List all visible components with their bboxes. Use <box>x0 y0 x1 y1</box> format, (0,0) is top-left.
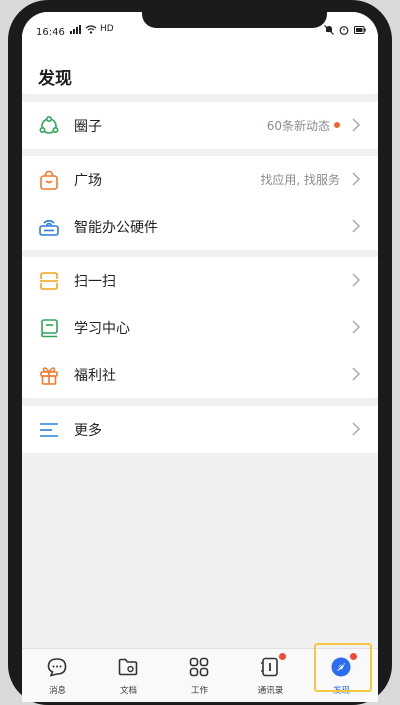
network-label: HD <box>100 24 114 34</box>
tab-messages[interactable]: 消息 <box>22 649 93 702</box>
list-item-label: 广场 <box>74 173 102 189</box>
tab-label: 工作 <box>190 686 208 696</box>
new-activity-dot <box>334 122 340 128</box>
list-item-label: 更多 <box>74 423 102 439</box>
hardware-icon <box>39 219 59 236</box>
group-apps: 广场 找应用, 找服务 智能办公硬件 <box>22 156 378 250</box>
group-tools: 扫一扫 学习中心 福利社 <box>22 257 378 398</box>
screen: 16:46 HD 发现 圈子 60条新动态 广场 找应用, 找服务 智能办公硬件… <box>22 12 378 702</box>
signal-icon <box>70 24 81 34</box>
chevron-right-icon <box>352 320 361 334</box>
battery-icon <box>354 26 366 34</box>
mute-icon <box>324 25 334 35</box>
book-icon <box>41 319 58 338</box>
header: 发现 <box>22 46 378 94</box>
group-moments: 圈子 60条新动态 <box>22 102 378 149</box>
chevron-right-icon <box>352 273 361 287</box>
chevron-right-icon <box>352 422 361 436</box>
list-item-label: 学习中心 <box>74 321 130 337</box>
scan-icon <box>40 272 58 290</box>
chevron-right-icon <box>352 219 361 233</box>
list-item-plaza[interactable]: 广场 找应用, 找服务 <box>22 156 378 203</box>
active-tab-highlight <box>314 643 372 692</box>
chevron-right-icon <box>352 172 361 186</box>
alarm-icon <box>339 26 349 35</box>
page-title: 发现 <box>38 69 72 89</box>
notification-badge <box>279 653 286 660</box>
list-item-smart-hardware[interactable]: 智能办公硬件 <box>22 203 378 250</box>
status-time: 16:46 <box>36 27 65 38</box>
wifi-icon <box>85 24 97 34</box>
camera-notch <box>142 12 327 28</box>
grid-icon <box>189 657 209 677</box>
list-item-label: 扫一扫 <box>74 274 116 290</box>
list-item-welfare[interactable]: 福利社 <box>22 351 378 398</box>
list-item-scan[interactable]: 扫一扫 <box>22 257 378 304</box>
contacts-icon <box>261 657 278 677</box>
tab-label: 文档 <box>119 686 137 696</box>
list-item-learning-center[interactable]: 学习中心 <box>22 304 378 351</box>
list-item-more[interactable]: 更多 <box>22 406 378 453</box>
group-more: 更多 <box>22 406 378 453</box>
folder-icon <box>118 658 138 676</box>
chevron-right-icon <box>352 118 361 132</box>
tab-work[interactable]: 工作 <box>164 649 235 702</box>
list-item-trailing: 60条新动态 <box>266 119 330 133</box>
list-item-trailing: 找应用, 找服务 <box>260 173 340 187</box>
moments-icon <box>39 115 59 134</box>
status-left-icons: HD <box>70 24 114 34</box>
tab-documents[interactable]: 文档 <box>93 649 164 702</box>
status-right-icons <box>324 25 366 35</box>
list-item-label: 智能办公硬件 <box>74 220 158 236</box>
chevron-right-icon <box>352 367 361 381</box>
menu-icon <box>40 423 58 437</box>
list-item-label: 福利社 <box>74 368 116 384</box>
shopping-bag-icon <box>40 170 58 190</box>
list-item-label: 圈子 <box>74 119 102 135</box>
chat-bubble-icon <box>47 658 67 677</box>
gift-icon <box>40 367 58 385</box>
tab-label: 通讯录 <box>257 686 284 696</box>
tab-label: 消息 <box>48 686 66 696</box>
list-item-moments[interactable]: 圈子 60条新动态 <box>22 102 378 149</box>
tab-contacts[interactable]: 通讯录 <box>235 649 306 702</box>
